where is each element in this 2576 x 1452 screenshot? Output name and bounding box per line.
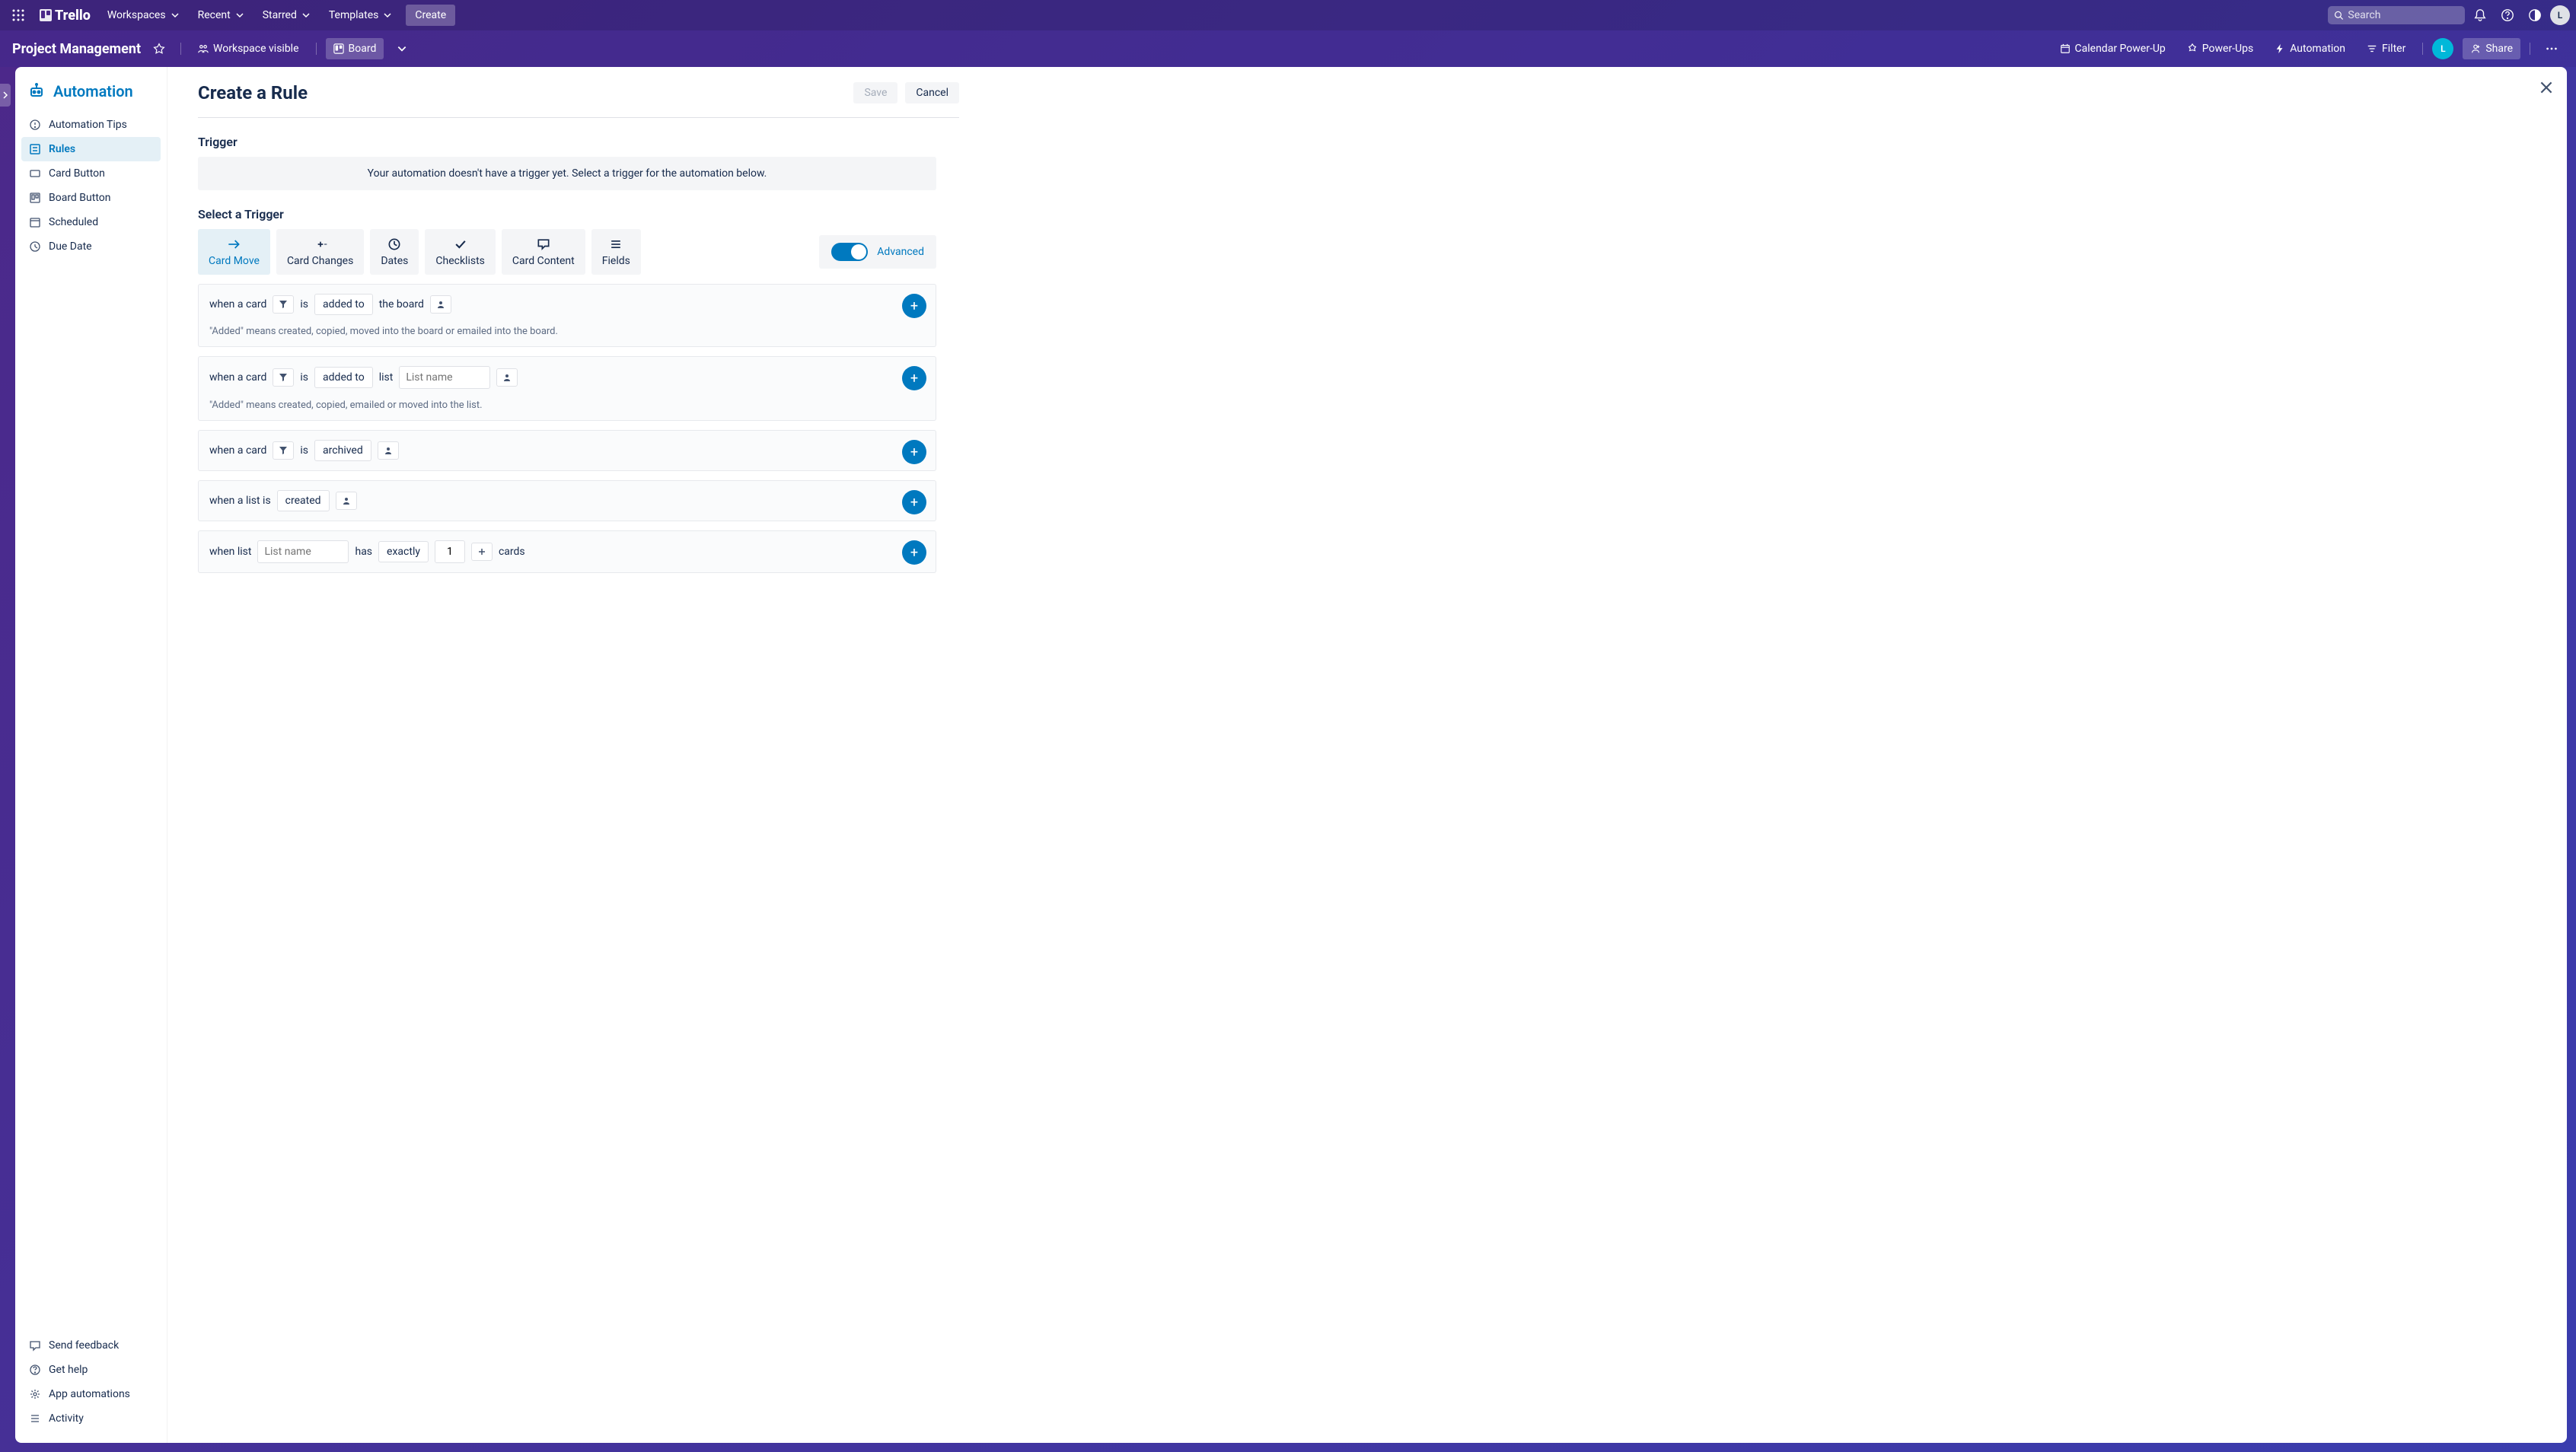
plus-icon[interactable] (471, 543, 493, 561)
trello-logo[interactable]: Trello (33, 8, 97, 24)
add-trigger-button[interactable]: + (902, 490, 926, 514)
apps-switcher-icon[interactable] (6, 3, 30, 27)
calendar-powerup-button[interactable]: Calendar Power-Up (2052, 38, 2173, 59)
sidebar-title: Automation (21, 79, 161, 113)
workspace-visible-button[interactable]: Workspace visible (190, 38, 306, 59)
trigger-hint: "Added" means created, copied, moved int… (209, 326, 925, 337)
search-icon (2334, 10, 2343, 21)
board-view-button[interactable]: Board (326, 38, 384, 59)
nav-recent[interactable]: Recent (190, 5, 252, 26)
person-icon[interactable] (496, 368, 518, 387)
trigger-hint: "Added" means created, copied, emailed o… (209, 400, 925, 411)
tab-card-changes[interactable]: Card Changes (276, 229, 364, 275)
trigger-row-5: when list has exactly cards + (198, 530, 936, 573)
count-input[interactable] (435, 540, 465, 563)
sidebar-item-scheduled[interactable]: Scheduled (21, 210, 161, 234)
tab-checklists[interactable]: Checklists (425, 229, 496, 275)
nav-templates[interactable]: Templates (321, 5, 400, 26)
add-trigger-button[interactable]: + (902, 366, 926, 390)
search-box[interactable] (2328, 6, 2465, 24)
share-button[interactable]: Share (2463, 38, 2520, 59)
topbar: Trello Workspaces Recent Starred Templat… (0, 0, 2576, 30)
tab-fields[interactable]: Fields (591, 229, 641, 275)
add-trigger-button[interactable]: + (902, 294, 926, 318)
boardbar: Project Management Workspace visible Boa… (0, 30, 2576, 67)
automation-panel: Automation Automation Tips Rules Card Bu… (15, 67, 2567, 1443)
sidebar-item-feedback[interactable]: Send feedback (21, 1333, 161, 1358)
help-icon[interactable] (2495, 3, 2520, 27)
trigger-row-1: when a card is added to the board + "Add… (198, 284, 936, 347)
advanced-label: Advanced (877, 246, 924, 258)
user-avatar[interactable]: L (2550, 5, 2570, 25)
view-switcher-icon[interactable] (390, 37, 414, 61)
sidebar-item-activity[interactable]: Activity (21, 1406, 161, 1431)
exactly-dropdown[interactable]: exactly (378, 541, 429, 562)
trigger-row-3: when a card is archived + (198, 430, 936, 471)
trigger-row-2: when a card is added to list + "Added" m… (198, 356, 936, 421)
sidebar-item-board-button[interactable]: Board Button (21, 186, 161, 210)
trigger-section-label: Trigger (198, 135, 959, 149)
sidebar-item-app-automations[interactable]: App automations (21, 1382, 161, 1406)
empty-trigger-message: Your automation doesn't have a trigger y… (198, 157, 936, 190)
filter-icon[interactable] (273, 368, 294, 387)
create-button[interactable]: Create (406, 5, 455, 26)
sidebar-peek-icon[interactable] (0, 84, 11, 107)
person-icon[interactable] (430, 295, 451, 314)
sidebar-item-help[interactable]: Get help (21, 1358, 161, 1382)
automation-button[interactable]: Automation (2267, 38, 2353, 59)
close-icon[interactable] (2538, 79, 2555, 96)
action-dropdown[interactable]: added to (314, 294, 373, 315)
tab-card-content[interactable]: Card Content (502, 229, 585, 275)
notifications-icon[interactable] (2468, 3, 2492, 27)
sidebar-item-due-date[interactable]: Due Date (21, 234, 161, 259)
person-icon[interactable] (378, 441, 399, 460)
nav-starred[interactable]: Starred (255, 5, 318, 26)
nav-workspaces[interactable]: Workspaces (100, 5, 187, 26)
tab-card-move[interactable]: Card Move (198, 229, 270, 275)
person-icon[interactable] (336, 492, 357, 510)
trigger-row-4: when a list is created + (198, 480, 936, 521)
powerups-button[interactable]: Power-Ups (2179, 38, 2261, 59)
cancel-button[interactable]: Cancel (905, 82, 959, 103)
add-trigger-button[interactable]: + (902, 440, 926, 464)
main-content: Create a Rule Save Cancel Trigger Your a… (167, 67, 2567, 1443)
sidebar-item-card-button[interactable]: Card Button (21, 161, 161, 186)
action-dropdown[interactable]: archived (314, 440, 371, 461)
logo-text: Trello (55, 8, 91, 24)
search-input[interactable] (2348, 9, 2459, 21)
advanced-toggle-wrap: Advanced (819, 235, 936, 269)
add-trigger-button[interactable]: + (902, 540, 926, 565)
trigger-tabs: Card Move Card Changes Dates Checklists … (198, 229, 936, 275)
advanced-toggle[interactable] (831, 243, 868, 261)
filter-icon[interactable] (273, 441, 294, 460)
robot-icon (27, 82, 46, 100)
theme-icon[interactable] (2523, 3, 2547, 27)
star-icon[interactable] (147, 37, 171, 61)
list-name-input[interactable] (257, 540, 349, 563)
page-title: Create a Rule (198, 82, 308, 103)
board-name[interactable]: Project Management (12, 41, 141, 57)
board-member-avatar[interactable]: L (2432, 38, 2453, 59)
list-name-input[interactable] (399, 366, 490, 389)
sidebar-item-rules[interactable]: Rules (21, 137, 161, 161)
save-button[interactable]: Save (853, 82, 897, 103)
sidebar-item-tips[interactable]: Automation Tips (21, 113, 161, 137)
automation-sidebar: Automation Automation Tips Rules Card Bu… (15, 67, 167, 1443)
tab-dates[interactable]: Dates (370, 229, 419, 275)
action-dropdown[interactable]: created (277, 490, 330, 511)
select-trigger-label: Select a Trigger (198, 207, 959, 221)
board-menu-icon[interactable] (2539, 37, 2564, 61)
filter-icon[interactable] (273, 295, 294, 314)
action-dropdown[interactable]: added to (314, 367, 373, 388)
filter-button[interactable]: Filter (2359, 38, 2413, 59)
